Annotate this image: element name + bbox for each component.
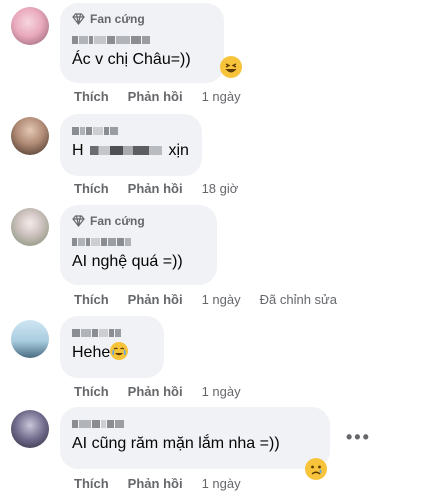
author-name[interactable] (72, 31, 212, 49)
comment-text: Hehe (72, 342, 152, 364)
comment-actions: Thích Phản hồi 1 ngày (74, 89, 260, 104)
timestamp[interactable]: 1 ngày (202, 476, 241, 491)
like-button[interactable]: Thích (74, 476, 109, 491)
fan-badge: Fan cứng (72, 11, 212, 27)
timestamp[interactable]: 1 ngày (202, 292, 241, 307)
comment-text-value: Hehe (72, 344, 111, 361)
edited-label[interactable]: Đã chỉnh sửa (260, 292, 337, 307)
fan-badge: Fan cứng (72, 213, 205, 229)
reply-button[interactable]: Phản hồi (128, 292, 183, 307)
author-name[interactable] (72, 324, 152, 342)
avatar[interactable] (11, 320, 49, 358)
reply-button[interactable]: Phản hồi (128, 181, 183, 196)
comment-text: H xịn (72, 140, 190, 162)
badge-label: Fan cứng (90, 214, 145, 228)
laughing-emoji (220, 56, 242, 78)
author-name[interactable] (72, 122, 190, 140)
avatar[interactable] (11, 7, 49, 45)
comment-bubble: AI cũng răm mặn lắm nha =)) (60, 407, 330, 469)
comment-actions: Thích Phản hồi 1 ngày (74, 476, 260, 491)
comment-actions: Thích Phản hồi 18 giờ (74, 181, 257, 196)
reply-button[interactable]: Phản hồi (128, 384, 183, 399)
crying-emoji (110, 342, 129, 360)
blurred-word (90, 146, 163, 156)
sad-emoji (305, 458, 327, 480)
avatar[interactable] (11, 410, 49, 448)
comment-text: Ác v chị Châu=)) (72, 51, 191, 68)
reply-button[interactable]: Phản hồi (128, 89, 183, 104)
author-name[interactable] (72, 233, 205, 251)
avatar[interactable] (11, 208, 49, 246)
like-button[interactable]: Thích (74, 89, 109, 104)
comment-bubble: H xịn (60, 114, 202, 176)
like-button[interactable]: Thích (74, 292, 109, 307)
badge-label: Fan cứng (90, 12, 145, 26)
comment-text-suffix: xịn (168, 142, 189, 159)
comment-bubble: Hehe (60, 316, 164, 378)
reply-button[interactable]: Phản hồi (128, 476, 183, 491)
timestamp[interactable]: 1 ngày (202, 384, 241, 399)
comment-bubble: Fan cứng AI nghệ quá =)) (60, 205, 217, 285)
timestamp[interactable]: 18 giờ (202, 181, 239, 196)
comment-actions: Thích Phản hồi 1 ngày Đã chỉnh sửa (74, 292, 337, 307)
diamond-icon (72, 13, 85, 25)
comment-actions: Thích Phản hồi 1 ngày (74, 384, 260, 399)
like-button[interactable]: Thích (74, 384, 109, 399)
timestamp[interactable]: 1 ngày (202, 89, 241, 104)
more-options-icon[interactable]: ••• (346, 427, 371, 448)
diamond-icon (72, 215, 85, 227)
avatar[interactable] (11, 117, 49, 155)
author-name[interactable] (72, 415, 318, 433)
like-button[interactable]: Thích (74, 181, 109, 196)
comment-text: AI nghệ quá =)) (72, 253, 183, 270)
comment-bubble: Fan cứng Ác v chị Châu=)) (60, 3, 224, 83)
comment-text-prefix: H (72, 142, 84, 159)
comment-text: AI cũng răm mặn lắm nha =)) (72, 435, 280, 452)
